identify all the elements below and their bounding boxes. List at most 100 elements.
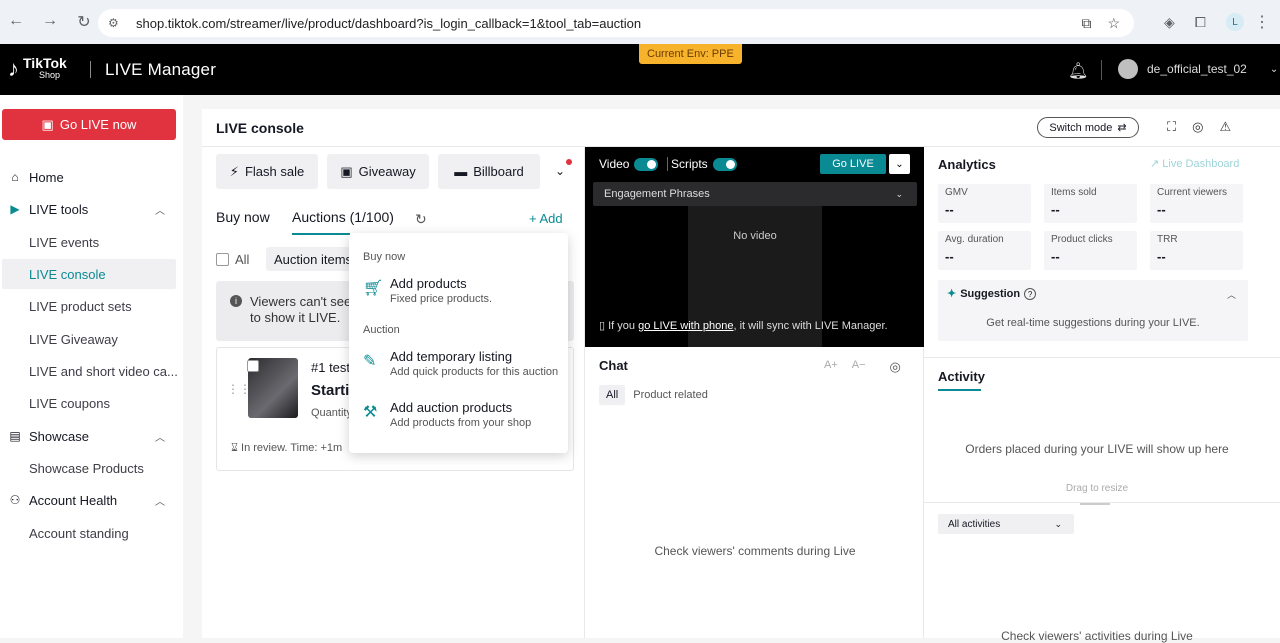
header-divider	[90, 61, 91, 78]
switch-mode-button[interactable]: Switch mode ⇄	[1037, 117, 1139, 138]
help-icon[interactable]: ?	[1024, 288, 1037, 300]
auction-items-filter[interactable]: Auction items	[266, 247, 361, 271]
sidebar-item-home[interactable]: ⌂ Home	[0, 162, 183, 192]
activity-tab[interactable]: Activity	[938, 369, 985, 384]
scripts-switch[interactable]	[712, 157, 737, 171]
divider	[924, 357, 1280, 358]
sidebar-item-live-tools[interactable]: ▶ LIVE tools ︿	[0, 194, 183, 224]
font-increase-icon[interactable]: A+	[824, 359, 838, 375]
reload-icon[interactable]: ↻	[76, 12, 92, 32]
bell-icon[interactable]: 🔔︎	[1068, 61, 1088, 81]
showcase-icon: ▤	[9, 429, 21, 443]
browser-menu-icon[interactable]: ⋮	[1254, 12, 1270, 32]
puzzle-icon[interactable]: ⧠	[1195, 14, 1206, 31]
chevron-down-icon: ⌄	[1269, 63, 1279, 75]
user-menu[interactable]: de_official_test_02 ⌄	[1118, 59, 1278, 79]
menu-item-add-products[interactable]: 🛒︎ Add products Fixed price products.	[363, 276, 563, 310]
address-bar[interactable]: ⚙ shop.tiktok.com/streamer/live/product/…	[98, 9, 1134, 37]
suggestion-panel: ✦ Suggestion? ︿ Get real-time suggestions…	[938, 280, 1248, 341]
sidebar-item-live-console[interactable]: LIVE console	[2, 259, 176, 289]
menu-item-add-auction-products[interactable]: ⚒︎ Add auction products Add products fro…	[363, 400, 563, 434]
sidebar-label: LIVE Giveaway	[29, 331, 118, 347]
browser-nav: ← → ↻	[8, 12, 92, 32]
back-icon[interactable]: ←	[8, 12, 24, 32]
engagement-phrases-label: Engagement Phrases	[604, 188, 710, 200]
sidebar-item-live-short-video[interactable]: LIVE and short video ca...	[0, 356, 183, 386]
tab-buy-now[interactable]: Buy now	[216, 209, 270, 225]
metric-value: --	[945, 249, 954, 264]
forward-icon[interactable]: →	[42, 12, 58, 32]
font-decrease-icon[interactable]: A−	[852, 359, 866, 375]
fullscreen-icon[interactable]: ⛶	[1167, 119, 1176, 135]
chevron-up-icon[interactable]: ︿	[1227, 288, 1236, 301]
sidebar-item-live-coupons[interactable]: LIVE coupons	[0, 388, 183, 418]
tiktok-shop-logo[interactable]: ♪ TikTok Shop	[8, 56, 67, 81]
tab-auctions[interactable]: Auctions (1/100)	[292, 209, 394, 225]
chevron-down-icon[interactable]: ⌄	[555, 164, 565, 178]
sidebar-label: LIVE product sets	[29, 298, 132, 314]
select-all[interactable]: All	[216, 252, 249, 267]
menu-item-desc: Add products from your shop	[390, 417, 532, 429]
chevron-down-icon: ⌄	[1054, 518, 1062, 529]
activity-empty-state: Orders placed during your LIVE will show…	[965, 442, 1229, 456]
bookmark-star-icon[interactable]: ☆	[1107, 15, 1120, 32]
go-live-phone-link[interactable]: go LIVE with phone	[638, 320, 733, 332]
metric-items-sold: Items sold --	[1044, 184, 1137, 223]
settings-icon[interactable]: ◎	[890, 359, 901, 375]
sidebar-item-live-events[interactable]: LIVE events	[0, 227, 183, 257]
go-live-button[interactable]: Go LIVE	[820, 154, 886, 174]
analytics-panel: Analytics ↗ Live Dashboard GMV -- Items s…	[924, 147, 1280, 643]
suggestion-header[interactable]: ✦ Suggestion?	[947, 287, 1037, 300]
suggestion-body: Get real-time suggestions during your LI…	[986, 317, 1200, 329]
external-link-icon: ↗	[1150, 158, 1160, 170]
refresh-icon[interactable]: ↻	[415, 211, 427, 228]
scripts-toggle[interactable]: Scripts	[671, 157, 737, 171]
sidebar-item-account-standing[interactable]: Account standing	[0, 518, 183, 548]
sidebar-item-showcase-products[interactable]: Showcase Products	[0, 453, 183, 483]
metric-label: Product clicks	[1051, 234, 1113, 245]
metric-gmv: GMV --	[938, 184, 1031, 223]
cart-icon: 🛒︎	[363, 280, 384, 297]
metric-value: --	[1157, 249, 1166, 264]
chat-filter-product[interactable]: Product related	[633, 389, 708, 401]
sidebar-item-live-product-sets[interactable]: LIVE product sets	[0, 291, 183, 321]
sidebar-item-showcase[interactable]: ▤ Showcase ︿	[0, 421, 183, 451]
header-divider-2	[1101, 60, 1102, 80]
profile-avatar[interactable]: L	[1226, 13, 1244, 31]
phone-note-post: , it will sync with LIVE Manager.	[733, 320, 888, 332]
metric-avg-duration: Avg. duration --	[938, 231, 1031, 270]
chevron-down-icon: ⌄	[895, 188, 903, 199]
site-info-icon[interactable]: ⚙	[108, 16, 126, 30]
menu-item-title: Add temporary listing	[390, 349, 513, 364]
sidebar-item-live-giveaway[interactable]: LIVE Giveaway	[0, 324, 183, 354]
product-checkbox[interactable]	[247, 360, 259, 372]
install-app-icon[interactable]: ⧉	[1081, 15, 1091, 32]
menu-item-add-temporary-listing[interactable]: ✎ Add temporary listing Add quick produc…	[363, 349, 563, 383]
chat-filters: All Product related	[599, 385, 708, 405]
chevron-down-icon[interactable]: ⌄	[889, 154, 910, 174]
go-live-now-button[interactable]: ▣ Go LIVE now	[2, 109, 176, 140]
resize-handle[interactable]	[1080, 503, 1110, 505]
settings-icon[interactable]: ◎	[1192, 119, 1203, 135]
engagement-phrases-select[interactable]: Engagement Phrases ⌄	[593, 182, 917, 206]
select-all-checkbox[interactable]	[216, 253, 229, 266]
chat-filter-all[interactable]: All	[599, 385, 626, 405]
sidebar: ▣ Go LIVE now ⌂ Home ▶ LIVE tools ︿ LIVE…	[0, 95, 183, 638]
phone-sync-note: ▯ If you go LIVE with phone, it will syn…	[599, 319, 888, 332]
billboard-button[interactable]: ▬ Billboard	[438, 154, 540, 189]
video-toggle[interactable]: Video	[599, 157, 659, 171]
sidebar-item-account-health[interactable]: ⚇ Account Health ︿	[0, 485, 183, 515]
video-switch[interactable]	[634, 157, 659, 171]
warning-icon[interactable]: ⚠	[1219, 119, 1231, 135]
all-activities-label: All activities	[948, 518, 1001, 530]
sidebar-label: LIVE and short video ca...	[29, 363, 178, 379]
add-button[interactable]: + Add	[529, 211, 563, 226]
all-activities-select[interactable]: All activities ⌄	[938, 514, 1074, 534]
live-dashboard-label: Live Dashboard	[1162, 158, 1240, 170]
sidebar-label: Account standing	[29, 525, 129, 541]
live-dashboard-link[interactable]: ↗ Live Dashboard	[1150, 157, 1239, 170]
giveaway-button[interactable]: ▣ Giveaway	[327, 154, 429, 189]
flash-sale-button[interactable]: ⚡︎ Flash sale	[216, 154, 318, 189]
extension-icon[interactable]: ◈	[1164, 14, 1175, 31]
user-avatar	[1118, 59, 1138, 79]
